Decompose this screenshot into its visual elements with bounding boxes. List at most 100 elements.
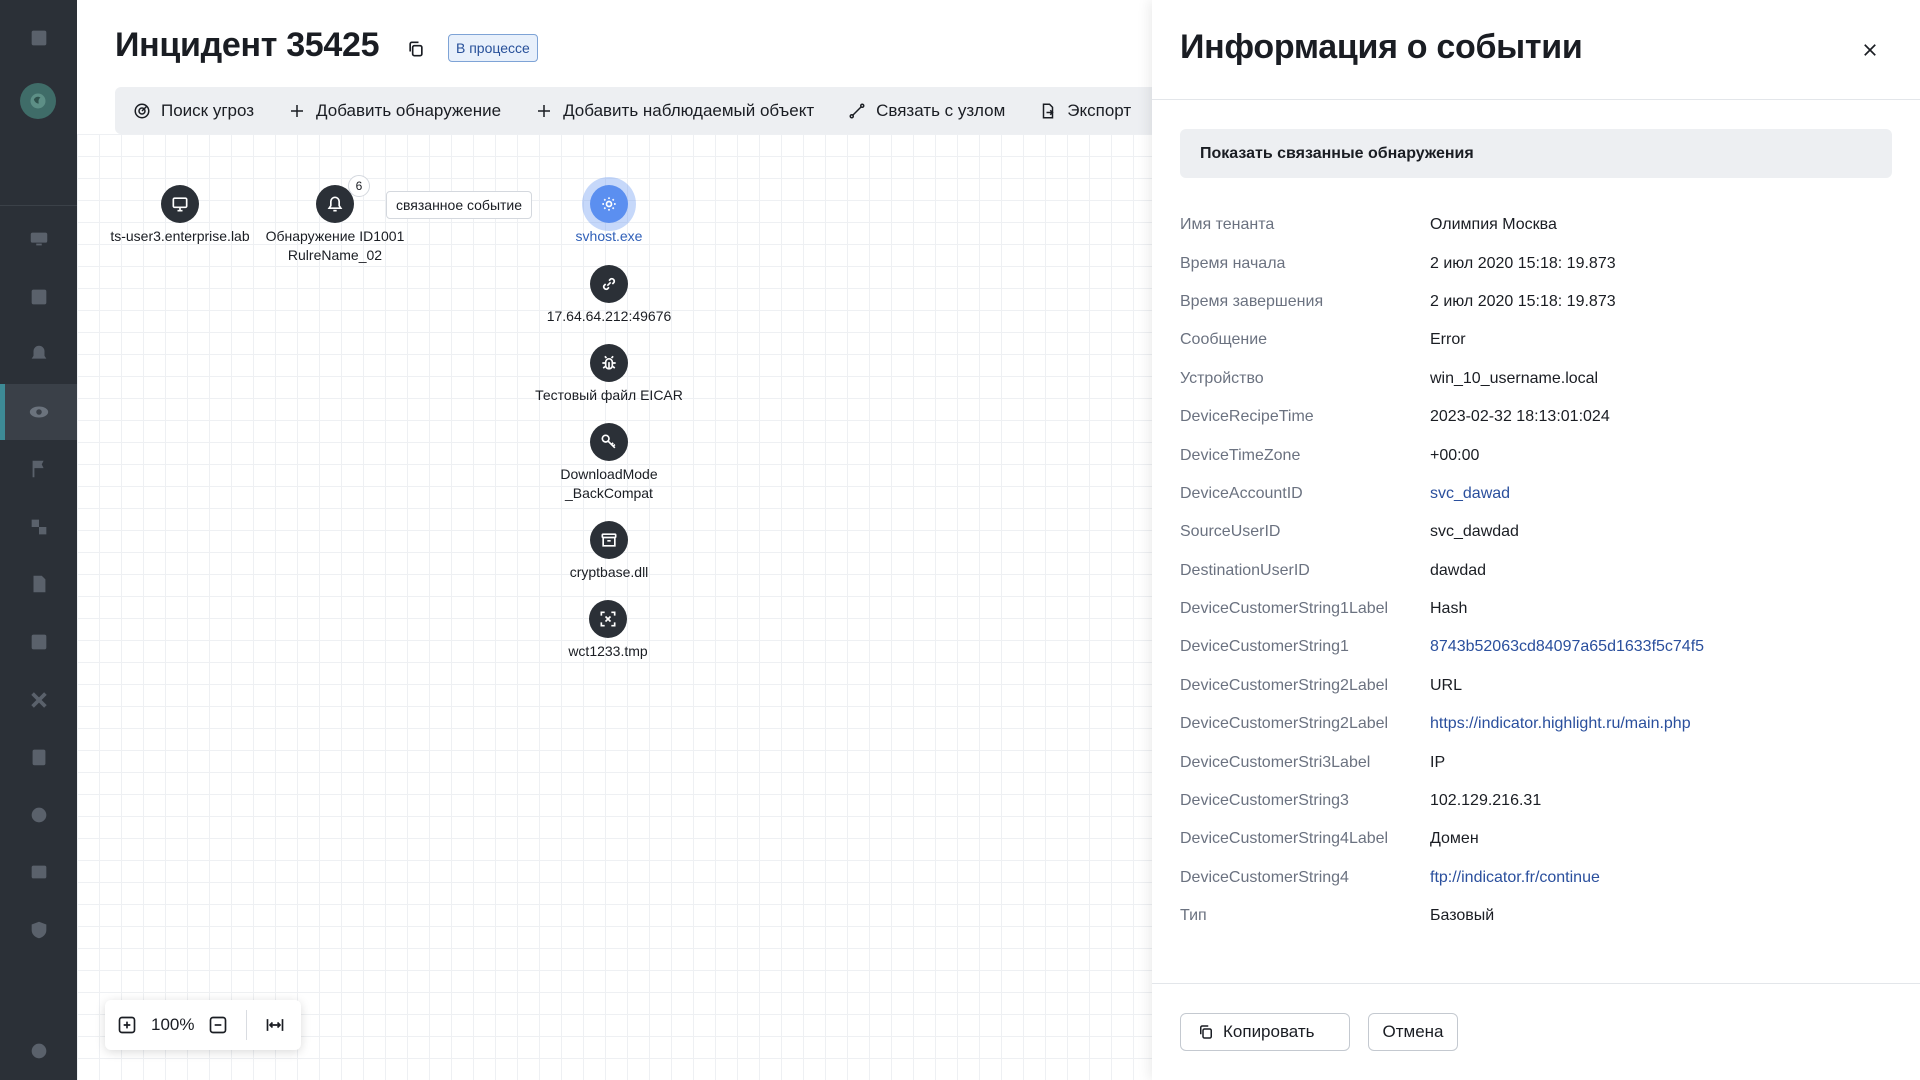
field-key: DeviceCustomerString1 [1180, 638, 1349, 656]
list-icon[interactable] [0, 844, 77, 900]
incident-graph-area: Инцидент 35425 В процессе Поиск угроз До… [77, 0, 1152, 1080]
settings-icon[interactable] [0, 1023, 77, 1079]
show-related-detections-button[interactable]: Показать связанные обнаружения [1180, 129, 1892, 178]
navigation-rail [0, 0, 77, 1080]
copy-button[interactable]: Копировать [1180, 1013, 1350, 1051]
field-row: DeviceCustomerString1Label Hash [1180, 590, 1892, 628]
monitor-icon[interactable] [0, 211, 77, 267]
field-row: Время начала 2 июл 2020 15:18: 19.873 [1180, 244, 1892, 282]
host-node-label: ts-user3.enterprise.lab [110, 228, 250, 244]
field-key: Тип [1180, 907, 1207, 925]
add-detection-button[interactable]: Добавить обнаружение [288, 101, 501, 121]
grid-menu-icon[interactable] [0, 10, 77, 66]
flag-icon[interactable] [0, 441, 77, 497]
panel-footer-divider [1152, 983, 1920, 984]
panel-header-divider [1152, 99, 1920, 100]
field-row: Устройство win_10_username.local [1180, 360, 1892, 398]
field-value-link[interactable]: 8743b52063cd84097a65d1633f5c74f5 [1430, 638, 1704, 656]
field-value: win_10_username.local [1430, 369, 1599, 387]
plus-icon [291, 104, 304, 117]
field-value: +00:00 [1430, 446, 1480, 464]
ip-node[interactable]: 17.64.64.212:49676 [534, 265, 684, 326]
eicar-node[interactable]: Тестовый файл EICAR [514, 344, 704, 405]
field-row: DeviceCustomerString2Label URL [1180, 667, 1892, 705]
close-icon[interactable] [1856, 36, 1884, 64]
document-icon[interactable] [0, 556, 77, 612]
threat-hunt-button[interactable]: Поиск угроз [133, 101, 254, 121]
add-observable-button[interactable]: Добавить наблюдаемый объект [535, 101, 814, 121]
detection-count-badge: 6 [348, 175, 370, 197]
clipboard-icon[interactable] [0, 729, 77, 785]
bug-icon [590, 344, 628, 382]
shield-icon[interactable] [0, 902, 77, 958]
field-value: 102.129.216.31 [1430, 792, 1542, 810]
field-value-link[interactable]: https://indicator.highlight.ru/main.php [1430, 715, 1691, 733]
copy-icon[interactable] [404, 37, 428, 61]
field-value: 2023-02-32 18:13:01:024 [1430, 408, 1610, 426]
radar-icon [134, 103, 150, 118]
field-value: dawdad [1430, 561, 1487, 579]
process-node-label: svhost.exe [575, 228, 643, 244]
event-fields-list: Имя тенанта Олимпия Москва Время начала 2 и… [1180, 206, 1892, 935]
edge-label: связанное событие [386, 191, 533, 219]
circle-icon[interactable] [0, 787, 77, 843]
field-key: DeviceCustomerString4 [1180, 868, 1349, 886]
detection-node-label: Обнаружение ID1001 RulreName_02 [266, 227, 405, 265]
link-node-button[interactable]: Связать с узлом [848, 101, 1005, 121]
process-node[interactable]: svhost.exe [548, 185, 670, 246]
add-observable-label: Добавить наблюдаемый объект [563, 100, 815, 120]
zoom-in-icon[interactable] [117, 1015, 137, 1035]
field-value: svc_dawdad [1430, 523, 1519, 541]
field-row: DeviceTimeZone +00:00 [1180, 436, 1892, 474]
field-row: DeviceCustomerStri3Label IP [1180, 743, 1892, 781]
field-value-link[interactable]: svc_dawad [1430, 485, 1510, 503]
copy-button-label: Копировать [1223, 1022, 1315, 1041]
zoom-out-icon[interactable] [208, 1015, 228, 1035]
fit-width-icon[interactable] [265, 1015, 285, 1035]
field-key: DestinationUserID [1180, 561, 1310, 579]
field-key: DeviceCustomerStri3Label [1180, 753, 1371, 771]
ip-node-label: 17.64.64.212:49676 [546, 308, 672, 324]
registry-node-label: DownloadMode _BackCompat [560, 465, 657, 503]
bell-icon[interactable] [0, 326, 77, 382]
app-logo-icon[interactable] [20, 83, 56, 119]
field-key: DeviceCustomerString2Label [1180, 715, 1389, 733]
dashboard-icon[interactable] [0, 269, 77, 325]
host-node[interactable]: ts-user3.enterprise.lab [105, 185, 255, 246]
cancel-button[interactable]: Отмена [1368, 1013, 1458, 1051]
cross-icon[interactable] [0, 672, 77, 728]
field-row: DeviceCustomerString2Label https://indica… [1180, 705, 1892, 743]
archive-icon [590, 521, 628, 559]
zoom-divider [246, 1010, 248, 1040]
tmp-node-label: wct1233.tmp [568, 643, 648, 659]
link-icon [590, 265, 628, 303]
table-icon[interactable] [0, 614, 77, 670]
zoom-level: 100% [151, 1015, 195, 1034]
dll-node[interactable]: cryptbase.dll [534, 521, 684, 582]
monitor-icon [161, 185, 199, 223]
status-badge: В процессе [448, 34, 538, 62]
field-key: DeviceRecipeTime [1180, 408, 1314, 426]
field-value: Hash [1430, 600, 1468, 618]
field-row: DeviceRecipeTime 2023-02-32 18:13:01:024 [1180, 398, 1892, 436]
field-value-link[interactable]: ftp://indicator.fr/continue [1430, 869, 1600, 887]
registry-node[interactable]: DownloadMode _BackCompat [534, 423, 684, 503]
gear-icon [590, 185, 628, 223]
event-details-panel: Информация о событии Показать связанные … [1152, 0, 1920, 1080]
tmp-node[interactable]: wct1233.tmp [533, 600, 683, 661]
eicar-node-label: Тестовый файл EICAR [535, 387, 683, 403]
field-row: SourceUserID svc_dawdad [1180, 513, 1892, 551]
field-key: Сообщение [1180, 331, 1268, 349]
field-key: DeviceCustomerString1Label [1180, 600, 1389, 618]
tools-icon[interactable] [0, 499, 77, 555]
incidents-eye-icon[interactable] [0, 384, 77, 440]
dll-node-label: cryptbase.dll [569, 564, 649, 580]
cancel-button-label: Отмена [1382, 1022, 1444, 1041]
export-button[interactable]: Экспорт [1039, 101, 1131, 121]
incident-title: Инцидент 35425 [115, 26, 380, 64]
detection-label-line2: RulreName_02 [287, 247, 383, 263]
field-key: Время начала [1180, 254, 1286, 272]
registry-label-line1: DownloadMode [560, 466, 658, 482]
scan-icon [589, 600, 627, 638]
field-value: 2 июл 2020 15:18: 19.873 [1430, 254, 1616, 272]
